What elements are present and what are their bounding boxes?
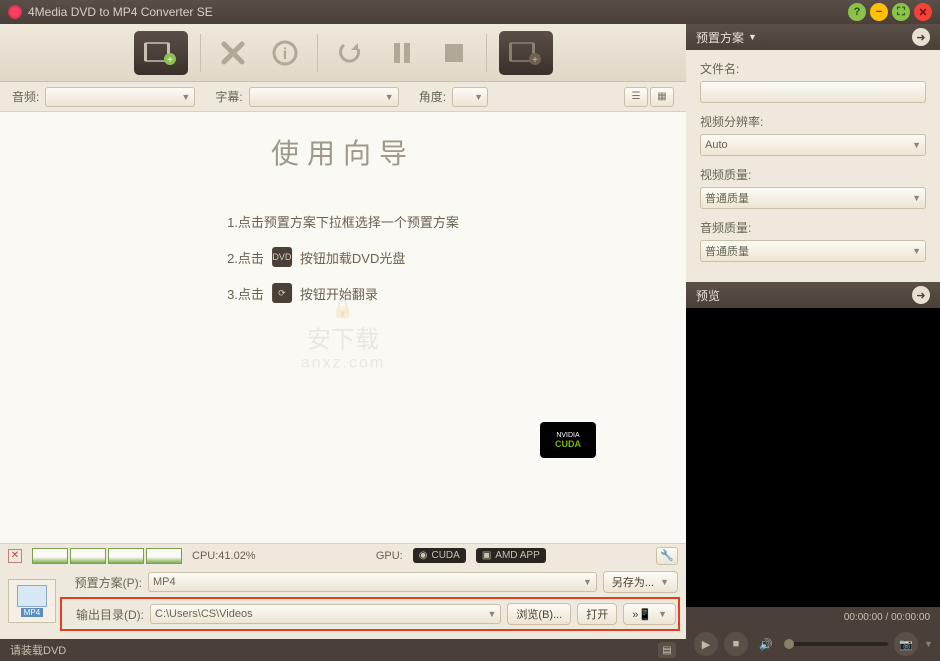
filename-label: 文件名: [700,60,926,77]
save-as-button[interactable]: 另存为...▼ [603,571,678,593]
wizard-step-3: 3.点击 ⟳ 按钮开始翻录 [227,283,459,303]
footer: 请装载DVD ▤ [0,639,686,661]
snapshot-dropdown[interactable]: ▼ [924,639,932,649]
browse-button[interactable]: 浏览(B)... [507,603,571,625]
gpu-label: GPU: [376,550,403,562]
resolution-combo[interactable]: Auto▼ [700,134,926,156]
workspace: 使用向导 1.点击预置方案下拉框选择一个预置方案 2.点击 DVD 按钮加载DV… [0,112,686,543]
svg-text:+: + [532,55,538,66]
maximize-button[interactable]: ⛶ [892,3,910,21]
audio-combo[interactable]: ▼ [45,87,195,107]
vquality-label: 视频质量: [700,166,926,183]
resolution-label: 视频分辨率: [700,113,926,130]
settings-button[interactable]: 🔧 [656,547,678,565]
amd-status-badge: ▣ AMD APP [476,548,546,563]
vquality-combo[interactable]: 普通质量▼ [700,187,926,209]
preset-go-button[interactable]: ➜ [912,28,930,46]
cpu-graph [32,548,182,564]
profile-label: 预置方案(P): [62,574,142,591]
volume-slider[interactable] [784,642,888,646]
subtitle-combo[interactable]: ▼ [249,87,399,107]
status-bar: ✕ CPU:41.02% GPU: ◉ CUDA ▣ AMD APP 🔧 [0,543,686,567]
cuda-badge: NVIDIA CUDA [540,422,596,458]
profile-combo[interactable]: MP4▼ [148,572,597,592]
export-device-button[interactable]: »📱▼ [623,603,676,625]
wizard-heading: 使用向导 [227,132,459,172]
filename-input[interactable] [700,81,926,103]
footer-status: 请装载DVD [10,642,66,658]
preset-header: 预置方案▼ ➜ [686,24,940,50]
snapshot-button[interactable]: 📷 [894,632,918,656]
wizard-step-1: 1.点击预置方案下拉框选择一个预置方案 [227,212,459,231]
main-toolbar: + i + [0,24,686,82]
load-dvd-button[interactable]: + [134,31,188,75]
pause-button[interactable] [382,33,422,73]
dvd-icon: DVD [272,247,292,267]
angle-combo[interactable]: ▼ [452,87,488,107]
filters-bar: 音频: ▼ 字幕: ▼ 角度: ▼ ☰ ▦ [0,82,686,112]
cuda-status-badge: ◉ CUDA [413,548,466,563]
close-status-button[interactable]: ✕ [8,549,22,563]
preview-go-button[interactable]: ➜ [912,286,930,304]
info-button[interactable]: i [265,33,305,73]
preview-controls: ▶ ■ 🔊 📷 ▼ [686,627,940,661]
open-button[interactable]: 打开 [577,603,617,625]
angle-label: 角度: [419,88,446,105]
cpu-label: CPU:41.02% [192,550,256,562]
format-thumbnail-icon: MP4 [8,579,56,623]
audio-label: 音频: [12,88,39,105]
svg-text:i: i [282,46,286,63]
view-grid-button[interactable]: ▦ [650,87,674,107]
delete-button[interactable] [213,33,253,73]
wizard-step-2: 2.点击 DVD 按钮加载DVD光盘 [227,247,459,267]
close-button[interactable]: ✕ [914,3,932,21]
aquality-label: 音频质量: [700,219,926,236]
convert-icon: ⟳ [272,283,292,303]
view-list-button[interactable]: ☰ [624,87,648,107]
app-title: 4Media DVD to MP4 Converter SE [28,5,213,19]
play-button[interactable]: ▶ [694,632,718,656]
output-label: 输出目录(D): [64,606,144,623]
footer-menu-button[interactable]: ▤ [658,642,676,658]
output-row: 输出目录(D): C:\Users\CS\Videos▼ 浏览(B)... 打开… [60,597,680,631]
output-path-combo[interactable]: C:\Users\CS\Videos▼ [150,604,501,624]
aquality-combo[interactable]: 普通质量▼ [700,240,926,262]
stop-button[interactable] [434,33,474,73]
volume-icon[interactable]: 🔊 [754,632,778,656]
subtitle-label: 字幕: [215,88,242,105]
app-logo-icon [8,5,22,19]
svg-text:+: + [167,55,173,66]
stop-preview-button[interactable]: ■ [724,632,748,656]
titlebar: 4Media DVD to MP4 Converter SE ? − ⛶ ✕ [0,0,940,24]
preview-area [686,308,940,607]
add-clip-button[interactable]: + [499,31,553,75]
preview-time: 00:00:00 / 00:00:00 [686,607,940,627]
help-button[interactable]: ? [848,3,866,21]
convert-button[interactable] [330,33,370,73]
preview-header: 预览 ➜ [686,282,940,308]
minimize-button[interactable]: − [870,3,888,21]
